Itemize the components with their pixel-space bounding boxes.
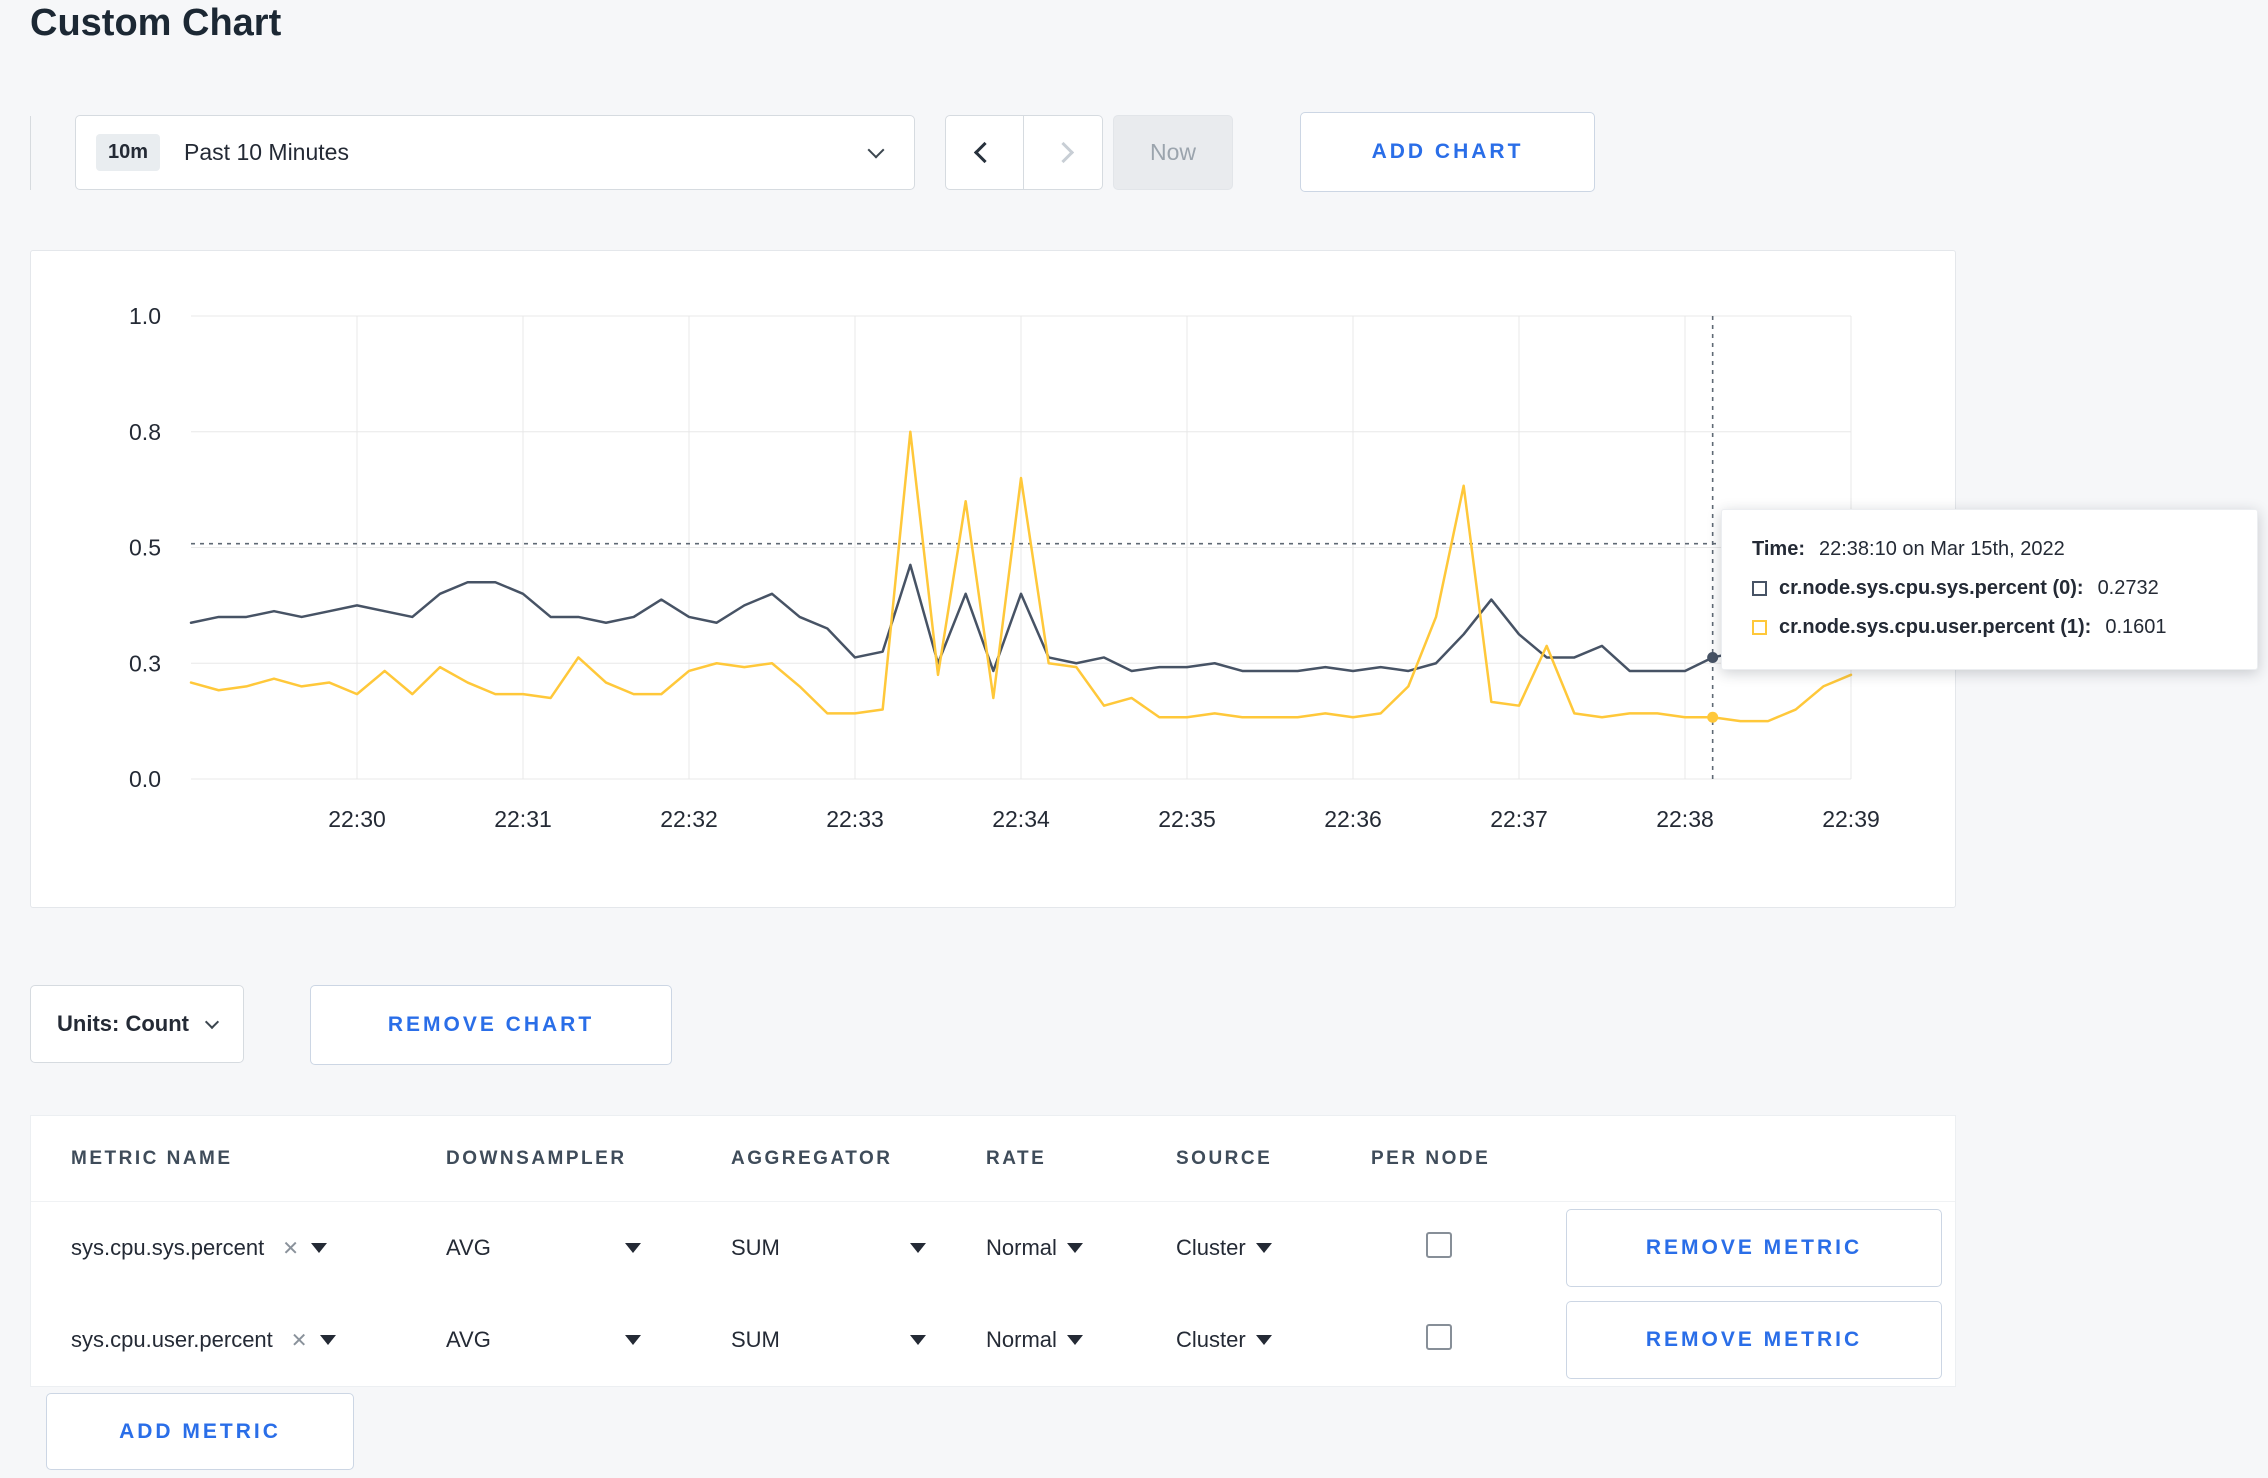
remove-metric-button[interactable]: REMOVE METRIC [1566,1301,1942,1379]
svg-text:22:37: 22:37 [1490,806,1548,832]
toolbar-left-divider [30,116,31,190]
tooltip-time-label: Time: [1752,538,1805,560]
metrics-line-chart[interactable]: 0.0 0.3 0.5 0.8 1.0 22:30 22:31 22:32 22:33 22:34… [31,251,1955,907]
svg-text:22:34: 22:34 [992,806,1050,832]
col-rate: RATE [986,1147,1047,1169]
downsampler-value: AVG [446,1327,491,1352]
chevron-left-icon [973,141,996,164]
downsampler-select[interactable]: AVG [446,1235,651,1261]
chart-card: 0.0 0.3 0.5 0.8 1.0 22:30 22:31 22:32 22:33 22:34… [30,250,1956,908]
rate-select[interactable]: Normal [986,1235,1176,1261]
metrics-table-header: METRIC NAME DOWNSAMPLER AGGREGATOR RATE … [31,1116,1955,1202]
time-range-badge: 10m [96,134,161,171]
col-aggregator: AGGREGATOR [731,1147,893,1169]
col-downsampler: DOWNSAMPLER [446,1147,627,1169]
rate-value: Normal [986,1327,1057,1352]
aggregator-select[interactable]: SUM [731,1327,936,1353]
svg-text:0.8: 0.8 [129,419,161,445]
chevron-down-icon [204,1014,220,1029]
remove-metric-button[interactable]: REMOVE METRIC [1566,1209,1942,1287]
per-node-cell [1371,1232,1566,1264]
svg-text:22:38: 22:38 [1656,806,1714,832]
tooltip-time-row: Time: 22:38:10 on Mar 15th, 2022 [1752,538,2227,561]
svg-text:0.3: 0.3 [129,650,161,676]
svg-text:0.5: 0.5 [129,535,161,561]
rate-value: Normal [986,1235,1057,1260]
caret-down-icon [910,1243,926,1253]
now-button[interactable]: Now [1113,115,1233,190]
metric-name-value: sys.cpu.user.percent [71,1327,273,1352]
metric-row: sys.cpu.user.percent ✕ AVG SUM Normal Cl… [31,1294,1955,1386]
source-value: Cluster [1176,1327,1246,1352]
tooltip-series-user-label: cr.node.sys.cpu.user.percent (1): [1779,616,2092,638]
source-value: Cluster [1176,1235,1246,1260]
caret-down-icon [1255,1335,1272,1345]
tooltip-series-sys-label: cr.node.sys.cpu.sys.percent (0): [1779,577,2084,599]
svg-text:22:35: 22:35 [1158,806,1216,832]
caret-down-icon [910,1335,926,1345]
caret-down-icon [310,1243,327,1253]
per-node-cell [1371,1324,1566,1356]
per-node-checkbox[interactable] [1426,1232,1452,1258]
svg-text:22:31: 22:31 [494,806,552,832]
metric-name-select[interactable]: sys.cpu.user.percent ✕ [71,1327,446,1353]
units-select[interactable]: Units: Count [30,985,244,1063]
downsampler-select[interactable]: AVG [446,1327,651,1353]
units-label: Units: Count [57,1011,189,1036]
metric-row: sys.cpu.sys.percent ✕ AVG SUM Normal Clu… [31,1202,1955,1294]
next-range-button[interactable] [1024,115,1103,190]
svg-text:0.0: 0.0 [129,766,161,792]
per-node-checkbox[interactable] [1426,1324,1452,1350]
downsampler-value: AVG [446,1235,491,1260]
col-per-node: PER NODE [1371,1147,1491,1169]
aggregator-select[interactable]: SUM [731,1235,936,1261]
tooltip-series-row: cr.node.sys.cpu.user.percent (1): 0.1601 [1752,616,2227,639]
add-metric-button[interactable]: ADD METRIC [46,1393,354,1470]
time-range-select[interactable]: 10m Past 10 Minutes [75,115,915,190]
caret-down-icon [1066,1243,1083,1253]
chevron-down-icon [867,141,885,158]
tooltip-time-value: 22:38:10 on Mar 15th, 2022 [1818,538,2065,560]
tooltip-series-sys-value: 0.2732 [2097,577,2159,599]
svg-text:22:30: 22:30 [328,806,386,832]
source-select[interactable]: Cluster [1176,1327,1371,1353]
aggregator-value: SUM [731,1327,780,1352]
rate-select[interactable]: Normal [986,1327,1176,1353]
col-metric-name: METRIC NAME [71,1147,233,1169]
aggregator-value: SUM [731,1235,780,1260]
chart-tooltip: Time: 22:38:10 on Mar 15th, 2022 cr.node.… [1721,509,2258,670]
add-chart-button[interactable]: ADD CHART [1300,112,1595,192]
tooltip-series-user-value: 0.1601 [2105,616,2167,638]
prev-range-button[interactable] [945,115,1024,190]
time-range-label: Past 10 Minutes [184,139,349,165]
time-pager [945,115,1103,190]
col-source: SOURCE [1176,1147,1273,1169]
remove-chart-button[interactable]: REMOVE CHART [310,985,672,1065]
clear-icon[interactable]: ✕ [282,1236,299,1261]
svg-text:22:32: 22:32 [660,806,718,832]
caret-down-icon [625,1243,641,1253]
caret-down-icon [625,1335,641,1345]
series-sys-swatch-icon [1752,581,1767,596]
svg-text:1.0: 1.0 [129,303,161,329]
svg-text:22:36: 22:36 [1324,806,1382,832]
caret-down-icon [1066,1335,1083,1345]
chevron-right-icon [1052,141,1074,164]
page-title: Custom Chart [30,2,282,44]
metric-name-select[interactable]: sys.cpu.sys.percent ✕ [71,1235,446,1261]
caret-down-icon [319,1335,336,1345]
metrics-table: METRIC NAME DOWNSAMPLER AGGREGATOR RATE … [30,1115,1956,1387]
svg-text:22:33: 22:33 [826,806,884,832]
tooltip-series-row: cr.node.sys.cpu.sys.percent (0): 0.2732 [1752,577,2227,600]
svg-text:22:39: 22:39 [1822,806,1880,832]
source-select[interactable]: Cluster [1176,1235,1371,1261]
metric-name-value: sys.cpu.sys.percent [71,1235,265,1260]
caret-down-icon [1255,1243,1272,1253]
clear-icon[interactable]: ✕ [291,1328,308,1353]
series-user-swatch-icon [1752,620,1767,635]
